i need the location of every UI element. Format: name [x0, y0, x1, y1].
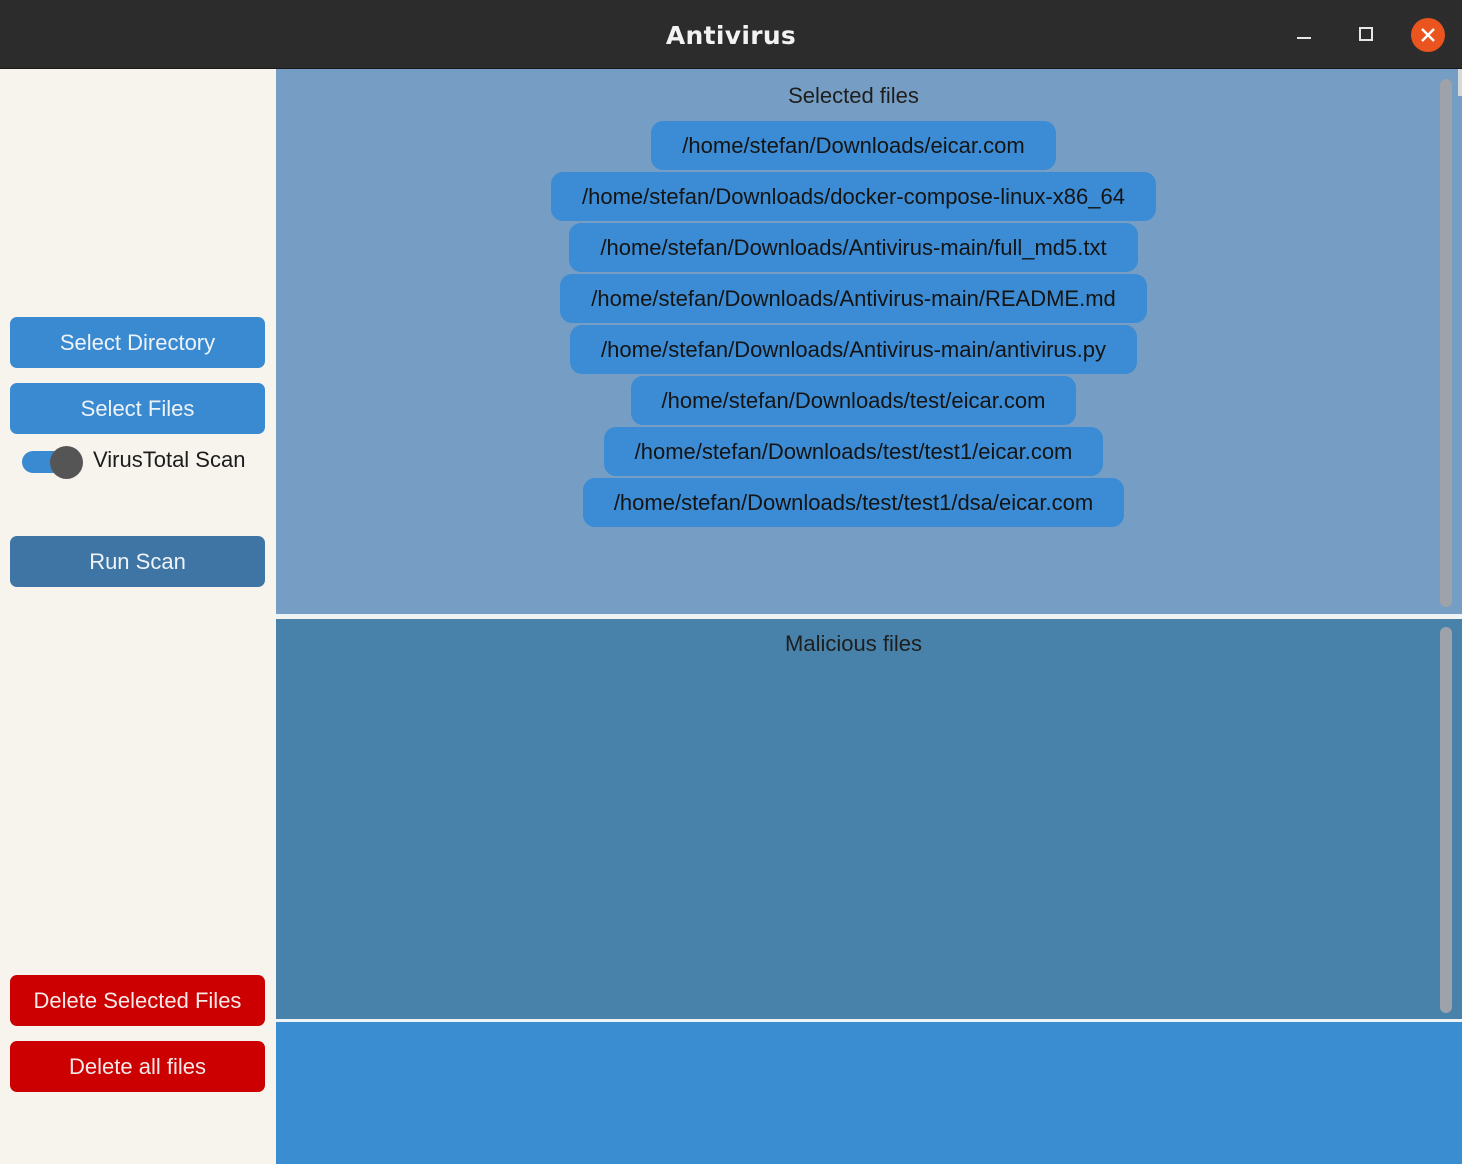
file-list-item[interactable]: /home/stefan/Downloads/Antivirus-main/an… — [569, 325, 1137, 374]
maximize-button[interactable] — [1349, 18, 1383, 52]
file-list-item[interactable]: /home/stefan/Downloads/docker-compose-li… — [551, 172, 1156, 221]
virustotal-toggle-label: VirusTotal Scan — [93, 447, 246, 472]
malicious-files-title: Malicious files — [785, 631, 922, 656]
bottom-panel — [276, 1022, 1462, 1164]
selected-files-panel: Selected files /home/stefan/Downloads/ei… — [276, 69, 1462, 617]
window-title: Antivirus — [665, 21, 797, 50]
select-files-button[interactable]: Select Files — [10, 383, 265, 434]
close-button[interactable] — [1411, 18, 1445, 52]
run-scan-button[interactable]: Run Scan — [10, 536, 265, 587]
maximize-icon — [1359, 27, 1373, 41]
sidebar: Select Directory Select Files VirusTotal… — [0, 69, 276, 1164]
select-directory-button[interactable]: Select Directory — [10, 317, 265, 368]
file-list-item[interactable]: /home/stefan/Downloads/test/test1/dsa/ei… — [582, 478, 1125, 527]
file-list-item[interactable]: /home/stefan/Downloads/Antivirus-main/fu… — [569, 223, 1138, 272]
delete-all-files-button[interactable]: Delete all files — [10, 1041, 265, 1092]
title-bar: Antivirus — [0, 0, 1462, 69]
file-list-item[interactable]: /home/stefan/Downloads/test/eicar.com — [630, 376, 1077, 425]
selected-files-scrollbar[interactable] — [1440, 79, 1452, 607]
selected-files-title: Selected files — [788, 83, 919, 108]
minimize-button[interactable] — [1287, 18, 1321, 52]
file-list-item[interactable]: /home/stefan/Downloads/eicar.com — [651, 121, 1056, 170]
file-list-item[interactable]: /home/stefan/Downloads/test/test1/eicar.… — [603, 427, 1104, 476]
delete-selected-files-button[interactable]: Delete Selected Files — [10, 975, 265, 1026]
selected-files-list: /home/stefan/Downloads/eicar.com/home/st… — [276, 121, 1431, 529]
toggle-knob — [50, 446, 83, 479]
close-icon — [1421, 28, 1435, 42]
minimize-icon — [1297, 37, 1311, 39]
window-edge — [1458, 69, 1462, 96]
virustotal-toggle[interactable] — [22, 446, 83, 479]
file-list-item[interactable]: /home/stefan/Downloads/Antivirus-main/RE… — [560, 274, 1147, 323]
malicious-files-panel: Malicious files — [276, 619, 1462, 1022]
virustotal-toggle-row: VirusTotal Scan — [22, 441, 272, 483]
malicious-files-scrollbar[interactable] — [1440, 627, 1452, 1013]
